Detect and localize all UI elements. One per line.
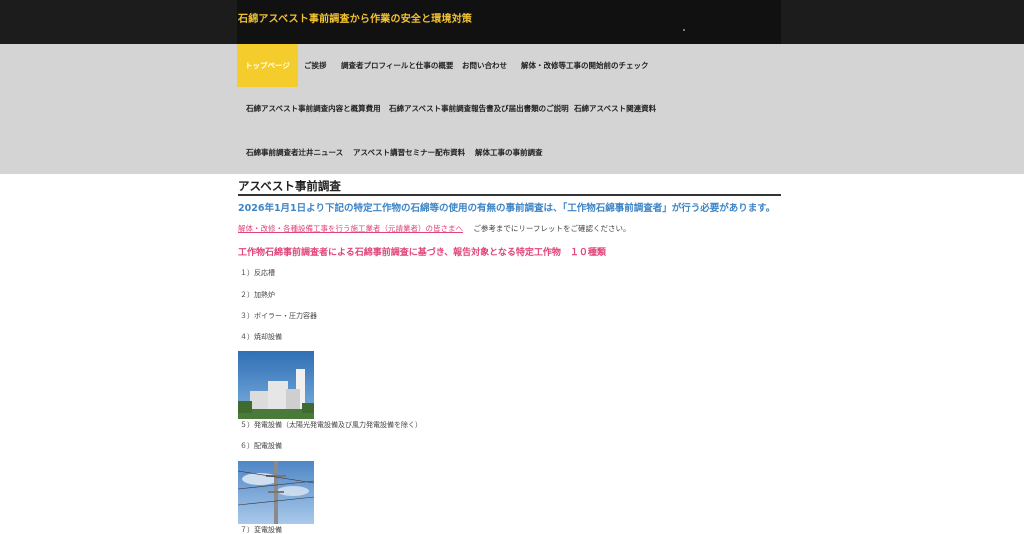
list-item: ２）加熱炉 (240, 291, 275, 299)
list-item: ４）焼却設備 (240, 333, 282, 341)
notice-line: 解体・改修・各種設備工事を行う施工業者（元請業者）の皆さまへ ご参考までにリーフ… (238, 223, 630, 234)
nav-item-greeting[interactable]: ご挨拶 (304, 61, 327, 71)
site-header: 石綿アスベスト事前調査から作業の安全と環境対策 (0, 0, 1024, 44)
nav-item-related-docs[interactable]: 石綿アスベスト関連資料 (574, 104, 656, 114)
incinerator-facility-photo (238, 351, 314, 419)
page-title: アスベスト事前調査 (238, 178, 781, 196)
utility-pole-photo (238, 461, 314, 524)
site-title[interactable]: 石綿アスベスト事前調査から作業の安全と環境対策 (238, 10, 472, 25)
list-item: ６）配電設備 (240, 442, 282, 450)
nav-item-contact[interactable]: お問い合わせ (462, 61, 507, 71)
nav-item-survey-cost[interactable]: 石綿アスベスト事前調査内容と概算費用 (246, 104, 381, 114)
lead-text: 2026年1月1日より下記の特定工作物の石綿等の使用の有無の事前調査は、「工作物… (238, 203, 776, 214)
nav-item-report-docs[interactable]: 石綿アスベスト事前調査報告書及び届出書類のご説明 (389, 104, 569, 114)
section-heading: 工作物石綿事前調査者による石綿事前調査に基づき、報告対象となる特定工作物 １０種… (238, 248, 606, 258)
notice-text: ご参考までにリーフレットをご確認ください。 (473, 224, 631, 233)
header-dot (683, 29, 685, 31)
nav-item-top-page[interactable]: トップページ (237, 44, 298, 87)
nav-item-profile[interactable]: 調査者プロフィールと仕事の概要 (341, 61, 453, 71)
list-item: ７）変電設備 (240, 526, 282, 534)
nav-item-seminar[interactable]: アスベスト講習セミナー配布資料 (353, 148, 465, 158)
list-item: ３）ボイラー・圧力容器 (240, 312, 317, 320)
nav-item-pre-check[interactable]: 解体・改修等工事の開始前のチェック (521, 61, 649, 71)
nav-item-news[interactable]: 石綿事前調査者辻井ニュース (246, 148, 343, 158)
main-content-area: アスベスト事前調査 2026年1月1日より下記の特定工作物の石綿等の使用の有無の… (0, 174, 1024, 534)
leaflet-link[interactable]: 解体・改修・各種設備工事を行う施工業者（元請業者）の皆さまへ (238, 224, 463, 233)
list-item: １）反応槽 (240, 269, 275, 277)
nav-item-demolition-survey[interactable]: 解体工事の事前調査 (475, 148, 543, 158)
main-nav: トップページ ご挨拶 調査者プロフィールと仕事の概要 お問い合わせ 解体・改修等… (0, 44, 1024, 174)
list-item: ５）発電設備（太陽光発電設備及び風力発電設備を除く） (240, 421, 422, 429)
